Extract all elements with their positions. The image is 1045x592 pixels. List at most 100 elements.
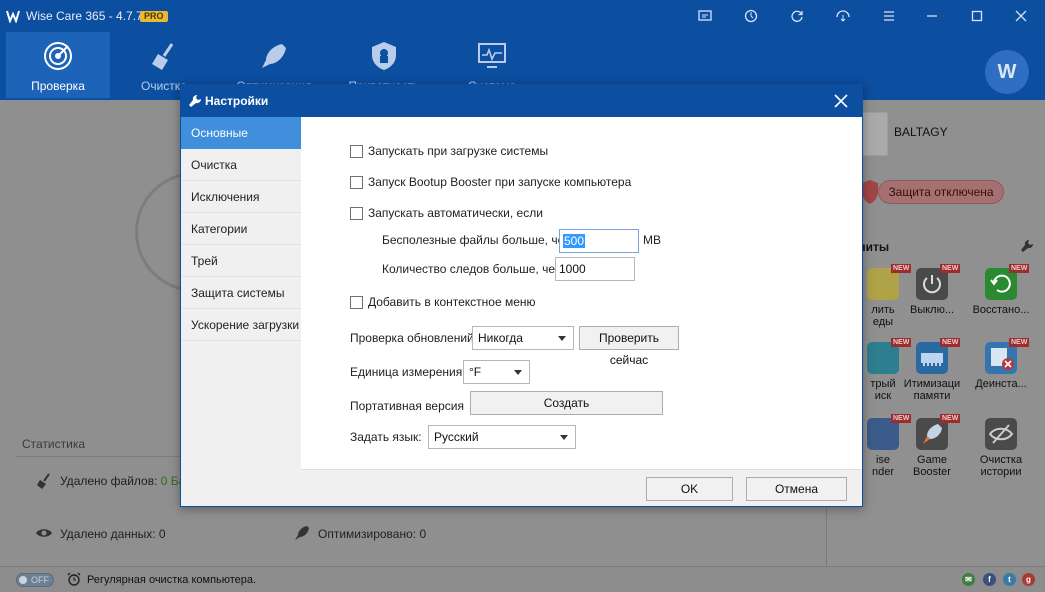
checkbox-box[interactable]: [350, 206, 363, 220]
rocket-icon: [262, 44, 286, 68]
optimized-value: 0: [419, 527, 427, 541]
skin-icon[interactable]: [835, 8, 851, 24]
wrench-icon[interactable]: [1020, 239, 1034, 253]
startup-checkbox[interactable]: Запускать при загрузке системы: [350, 144, 548, 158]
stats-divider: [16, 456, 182, 457]
ok-button[interactable]: OK: [646, 477, 733, 501]
google-plus-icon[interactable]: g: [1022, 573, 1035, 586]
utility-label: Деинста...: [975, 378, 1027, 390]
update-icon[interactable]: [743, 8, 759, 24]
utility-history-clean[interactable]: Очистка истории: [968, 418, 1034, 498]
shield-icon: [372, 42, 396, 70]
eye-off-icon: [985, 418, 1017, 450]
deleted-data-label: Удалено данных:: [60, 527, 156, 541]
deleted-data-value: 0: [158, 527, 166, 541]
facebook-icon[interactable]: f: [983, 573, 996, 586]
minimize-icon[interactable]: [924, 8, 940, 24]
account-avatar[interactable]: W: [985, 50, 1029, 94]
utility-label: Итимизаци памяти: [903, 378, 961, 402]
new-badge: NEW: [940, 414, 961, 423]
protection-toggle-button[interactable]: Защита отключена: [878, 180, 1004, 204]
update-frequency-value: Никогда: [478, 331, 523, 345]
eye-icon: [36, 529, 52, 537]
wrench-icon: [189, 94, 202, 107]
maximize-icon[interactable]: [969, 8, 985, 24]
broom-icon: [37, 473, 50, 489]
utility-memory[interactable]: NEW Итимизаци памяти: [899, 338, 965, 422]
checkbox-box[interactable]: [350, 175, 363, 189]
utility-uninstall[interactable]: NEW Деинста...: [968, 338, 1034, 422]
feedback-icon[interactable]: [697, 8, 713, 24]
chevron-down-icon: [560, 435, 568, 440]
settings-content: Запускать при загрузке системы Запуск Bo…: [301, 117, 862, 469]
update-frequency-select[interactable]: Никогда: [472, 326, 574, 350]
language-label: Задать язык:: [350, 430, 422, 444]
traces-threshold-label: Количество следов больше, чем: [382, 262, 564, 276]
title-bar: Wise Care 365 - 4.7.7 PRO: [0, 0, 1045, 32]
schedule-toggle[interactable]: OFF: [16, 573, 54, 587]
chevron-down-icon: [514, 370, 522, 375]
new-badge: NEW: [1009, 264, 1030, 273]
context-menu-checkbox[interactable]: Добавить в контекстное меню: [350, 295, 536, 309]
dialog-header: Настройки: [181, 85, 862, 117]
sidebar-item-tray[interactable]: Трей: [181, 245, 301, 277]
cancel-button[interactable]: Отмена: [746, 477, 847, 501]
traces-threshold-input[interactable]: 1000: [555, 257, 635, 281]
junk-threshold-label: Бесполезные файлы больше, чем: [382, 233, 573, 247]
new-badge: NEW: [940, 338, 961, 347]
user-name: BALTAGY: [894, 125, 948, 139]
check-now-button[interactable]: Проверить сейчас: [579, 326, 679, 367]
optimized-label: Оптимизировано:: [318, 527, 417, 541]
close-icon[interactable]: [1013, 8, 1029, 24]
bootup-checkbox[interactable]: Запуск Bootup Booster при запуске компью…: [350, 175, 631, 189]
create-portable-button[interactable]: Создать: [470, 391, 663, 415]
sidebar-item-categories[interactable]: Категории: [181, 213, 301, 245]
update-check-label: Проверка обновлений: [350, 331, 474, 345]
refresh-icon[interactable]: [789, 8, 805, 24]
unit-label: Единица измерения:: [350, 365, 466, 379]
utility-restore[interactable]: NEW Восстано...: [968, 264, 1034, 348]
utility-label: Очистка истории: [979, 454, 1023, 478]
radar-icon: [44, 42, 72, 70]
auto-run-checkbox[interactable]: Запускать автоматически, если: [350, 206, 543, 220]
context-menu-label: Добавить в контекстное меню: [368, 295, 536, 309]
language-value: Русский: [434, 430, 479, 444]
utility-label: Game Booster: [913, 454, 951, 478]
sidebar-item-system-protection[interactable]: Защита системы: [181, 277, 301, 309]
settings-sidebar: Основные Очистка Исключения Категории Тр…: [181, 117, 301, 506]
alarm-clock-icon: [67, 572, 81, 586]
nav-check[interactable]: Проверка: [6, 32, 110, 98]
junk-threshold-value: 500: [563, 234, 586, 248]
nav-check-label: Проверка: [31, 79, 85, 93]
settings-dialog: Настройки Основные Очистка Исключения Ка…: [180, 84, 863, 507]
user-avatar[interactable]: [862, 112, 888, 156]
rocket-icon: [295, 526, 309, 540]
checkbox-box[interactable]: [350, 295, 363, 309]
protection-shield-icon: [862, 180, 878, 204]
checkbox-box[interactable]: [350, 144, 363, 158]
junk-unit-label: MB: [643, 233, 661, 247]
deleted-files-label: Удалено файлов:: [60, 474, 158, 488]
utility-shutdown[interactable]: NEW Выклю...: [899, 264, 965, 348]
dialog-close-icon[interactable]: [831, 91, 851, 111]
message-icon[interactable]: ✉: [962, 573, 975, 586]
stats-title: Статистика: [22, 437, 86, 451]
menu-icon[interactable]: [881, 8, 897, 24]
sidebar-item-boot-speedup[interactable]: Ускорение загрузки: [181, 309, 301, 341]
sidebar-item-general[interactable]: Основные: [181, 117, 301, 149]
utility-label: Восстано...: [972, 304, 1030, 316]
status-text: Регулярная очистка компьютера.: [87, 574, 257, 586]
unit-value: °F: [469, 365, 482, 379]
bootup-label: Запуск Bootup Booster при запуске компью…: [368, 175, 632, 189]
dialog-title: Настройки: [205, 94, 269, 108]
utility-game-booster[interactable]: NEW Game Booster: [899, 414, 965, 498]
chevron-down-icon: [558, 336, 566, 341]
utility-label: Выклю...: [909, 304, 955, 316]
unit-select[interactable]: °F: [463, 360, 530, 384]
language-select[interactable]: Русский: [428, 425, 576, 449]
sidebar-item-cleaning[interactable]: Очистка: [181, 149, 301, 181]
auto-run-label: Запускать автоматически, если: [368, 206, 543, 220]
junk-threshold-input[interactable]: 500: [559, 229, 639, 253]
twitter-icon[interactable]: t: [1003, 573, 1016, 586]
sidebar-item-exclusions[interactable]: Исключения: [181, 181, 301, 213]
